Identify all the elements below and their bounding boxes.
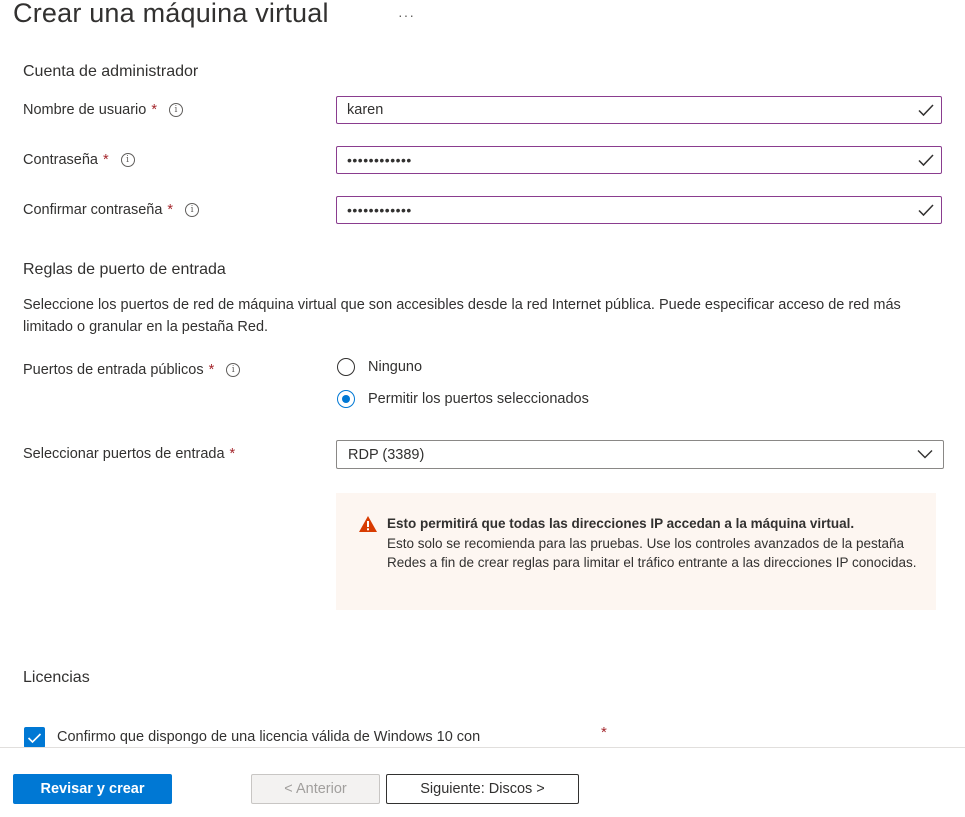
required-marker: * [229,446,236,462]
confirm-password-label: Confirmar contraseña * i [23,202,200,218]
warning-title: Esto permitirá que todas las direcciones… [387,516,855,531]
radio-allow-selected-label: Permitir los puertos seleccionados [368,391,589,407]
inbound-rules-description: Seleccione los puertos de red de máquina… [23,297,901,335]
required-marker: * [151,102,157,118]
username-value: karen [347,102,384,118]
required-marker: * [208,362,215,378]
password-label: Contraseña * i [23,152,135,168]
review-create-button[interactable]: Revisar y crear [13,774,172,804]
confirm-password-value: •••••••••••• [347,202,412,218]
section-title-inbound-rules: Reglas de puerto de entrada [23,261,226,278]
radio-button[interactable] [337,358,355,376]
warning-text: Esto permitirá que todas las direcciones… [387,514,917,573]
select-ports-dropdown[interactable]: RDP (3389) [336,440,944,469]
password-input[interactable]: •••••••••••• [336,146,942,174]
info-icon[interactable]: i [168,103,183,117]
info-icon[interactable]: i [120,153,135,167]
required-marker: * [601,724,607,741]
warning-message: Esto permitirá que todas las direcciones… [336,493,936,610]
password-label-text: Contraseña [23,152,98,168]
select-ports-label: Seleccionar puertos de entrada * [23,446,235,462]
section-title-licensing: Licencias [23,669,90,686]
warning-icon [359,516,377,532]
previous-button[interactable]: < Anterior [251,774,380,804]
required-marker: * [102,152,109,168]
chevron-down-icon [917,450,933,459]
license-checkbox-label: Confirmo que dispongo de una licencia vá… [57,729,481,745]
select-ports-label-text: Seleccionar puertos de entrada [23,446,225,462]
license-checkbox[interactable] [24,727,45,748]
required-marker: * [167,202,174,218]
confirm-password-label-text: Confirmar contraseña [23,202,163,218]
radio-button-selected[interactable] [337,390,355,408]
password-value: •••••••••••• [347,152,412,168]
warning-body: Esto solo se recomienda para las pruebas… [387,535,917,571]
radio-none[interactable]: Ninguno [337,358,422,376]
username-label-text: Nombre de usuario [23,102,147,118]
info-icon[interactable]: i [185,203,200,217]
next-disks-button[interactable]: Siguiente: Discos > [386,774,579,804]
page-title: Crear una máquina virtual [13,0,329,28]
valid-check-icon [918,104,934,117]
username-input[interactable]: karen [336,96,942,124]
username-label: Nombre de usuario * i [23,102,183,118]
radio-allow-selected[interactable]: Permitir los puertos seleccionados [337,390,589,408]
public-ports-label-text: Puertos de entrada públicos [23,362,204,378]
radio-none-label: Ninguno [368,359,423,375]
public-ports-label: Puertos de entrada públicos * i [23,362,241,378]
valid-check-icon [918,154,934,167]
more-options-icon[interactable]: ··· [398,7,415,23]
valid-check-icon [918,204,934,217]
select-ports-value: RDP (3389) [348,446,425,463]
confirm-password-input[interactable]: •••••••••••• [336,196,942,224]
checkmark-icon [27,732,42,743]
section-title-admin: Cuenta de administrador [23,63,199,80]
info-icon[interactable]: i [226,363,241,377]
